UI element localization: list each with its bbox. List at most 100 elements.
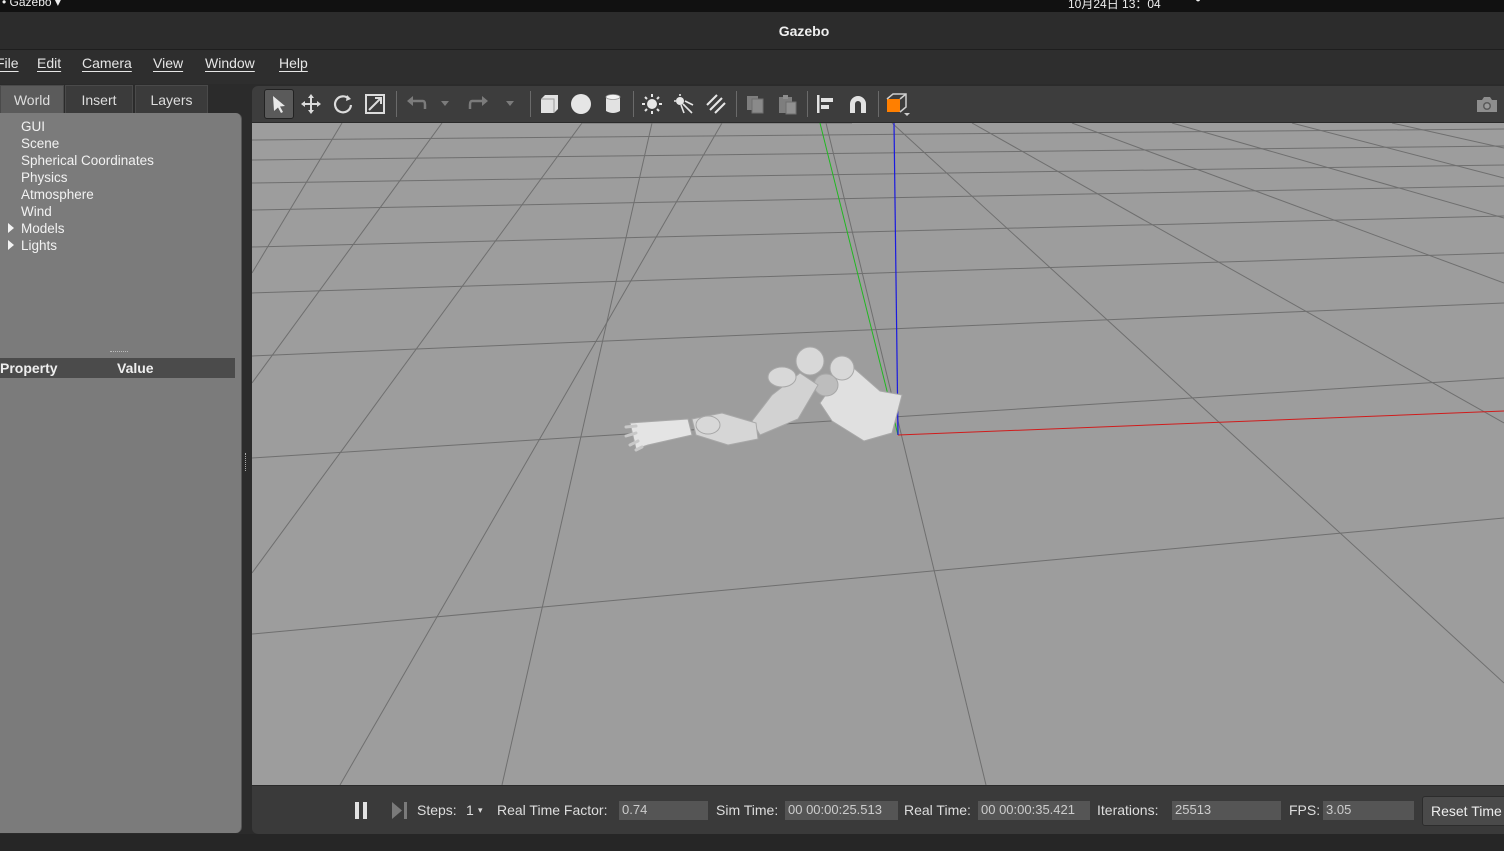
redo-history-dropdown[interactable]	[498, 89, 522, 119]
toolbar-separator	[530, 91, 531, 117]
left-panel: World Insert Layers GUI Scene Spherical …	[0, 84, 242, 834]
expand-arrow-icon[interactable]	[8, 240, 14, 250]
toolbar-separator	[878, 91, 879, 117]
fps-label: FPS:	[1289, 802, 1321, 818]
copy-button[interactable]	[740, 89, 770, 119]
chevron-down-icon	[506, 101, 514, 106]
point-light-button[interactable]	[637, 89, 667, 119]
undo-button[interactable]	[401, 89, 431, 119]
tab-insert[interactable]: Insert	[65, 85, 133, 113]
step-forward-icon	[392, 802, 407, 819]
menu-window[interactable]: Window	[205, 55, 255, 71]
tree-item-lights[interactable]: Lights	[21, 238, 57, 253]
status-bar: Steps: 1 ▾ Real Time Factor: 0.74 Sim Ti…	[252, 785, 1504, 834]
z-axis-line	[893, 122, 899, 436]
menu-camera[interactable]: Camera	[82, 55, 132, 71]
toolbar-separator	[396, 91, 397, 117]
iterations-field: 25513	[1172, 801, 1281, 820]
window-title-bar: Gazebo	[0, 12, 1504, 50]
splitter-grip[interactable]	[110, 351, 128, 354]
window-title: Gazebo	[778, 23, 830, 39]
tree-item-wind[interactable]: Wind	[21, 204, 52, 219]
tab-world[interactable]: World	[0, 85, 64, 113]
toolbar-separator	[807, 91, 808, 117]
rtf-label: Real Time Factor:	[497, 802, 608, 818]
box-icon	[541, 95, 558, 113]
tree-item-atmosphere[interactable]: Atmosphere	[21, 187, 94, 202]
3d-viewport[interactable]	[252, 122, 1504, 786]
steps-value[interactable]: 1	[466, 802, 474, 818]
undo-icon	[407, 96, 427, 109]
reset-time-button[interactable]: Reset Time	[1422, 796, 1504, 826]
copy-icon	[747, 96, 764, 114]
redo-button[interactable]	[464, 89, 494, 119]
menu-file[interactable]: File	[0, 55, 19, 71]
menu-view[interactable]: View	[153, 55, 183, 71]
sim-time-field: 00 00:00:25.513	[785, 801, 898, 820]
menu-help[interactable]: Help	[279, 55, 308, 71]
steps-label: Steps:	[417, 802, 457, 818]
spot-light-button[interactable]	[669, 89, 699, 119]
cylinder-shape-button[interactable]	[598, 89, 628, 119]
view-angle-button[interactable]	[882, 89, 912, 119]
move-arrows-icon	[301, 94, 321, 114]
rotate-mode-button[interactable]	[328, 89, 358, 119]
bottom-strip	[0, 834, 1504, 851]
real-time-field: 00 00:00:35.421	[978, 801, 1090, 820]
sun-icon	[642, 94, 662, 114]
pause-button[interactable]	[354, 802, 368, 819]
steps-spin-icon[interactable]: ▾	[478, 805, 483, 816]
select-mode-button[interactable]	[264, 89, 294, 119]
main-area: Steps: 1 ▾ Real Time Factor: 0.74 Sim Ti…	[252, 86, 1504, 834]
directional-light-icon	[706, 94, 726, 114]
system-clock[interactable]: 10月24日 13：04	[1068, 0, 1161, 12]
cursor-arrow-icon	[273, 96, 285, 113]
directional-light-button[interactable]	[701, 89, 731, 119]
panel-splitter-handle[interactable]	[245, 453, 247, 471]
column-value: Value	[117, 360, 154, 376]
iterations-label: Iterations:	[1097, 802, 1159, 818]
tab-layers[interactable]: Layers	[135, 85, 208, 113]
system-top-bar: • Gazebo ▾ 10月24日 13：04 ●	[0, 0, 1504, 12]
tree-item-spherical-coordinates[interactable]: Spherical Coordinates	[21, 153, 154, 168]
rotate-icon	[333, 95, 353, 114]
tree-item-models[interactable]: Models	[21, 221, 65, 236]
toolbar-separator	[736, 91, 737, 117]
menu-bar: File Edit Camera View Window Help	[0, 50, 1504, 84]
scale-mode-button[interactable]	[360, 89, 390, 119]
box-shape-button[interactable]	[534, 89, 564, 119]
sim-time-label: Sim Time:	[716, 802, 779, 818]
system-menu-caret-icon[interactable]: ●	[1195, 0, 1201, 5]
tree-item-scene[interactable]: Scene	[21, 136, 59, 151]
rtf-field: 0.74	[619, 801, 708, 820]
x-axis-line	[897, 410, 1504, 436]
screenshot-button[interactable]	[1472, 89, 1502, 119]
tree-item-physics[interactable]: Physics	[21, 170, 68, 185]
scale-icon	[365, 94, 385, 114]
translate-mode-button[interactable]	[296, 89, 326, 119]
expand-arrow-icon[interactable]	[8, 223, 14, 233]
real-time-label: Real Time:	[904, 802, 971, 818]
view-cube-icon	[886, 93, 910, 116]
system-app-menu[interactable]: • Gazebo ▾	[2, 0, 61, 9]
magnet-icon	[850, 96, 866, 113]
snap-button[interactable]	[843, 89, 873, 119]
camera-icon	[1477, 97, 1497, 112]
sphere-shape-button[interactable]	[566, 89, 596, 119]
align-icon	[817, 95, 833, 113]
cylinder-icon	[605, 94, 621, 113]
step-button[interactable]	[392, 802, 408, 819]
paste-icon	[779, 95, 797, 115]
tree-item-gui[interactable]: GUI	[21, 119, 45, 134]
column-property: Property	[0, 360, 58, 376]
scene-render	[252, 122, 1504, 786]
align-button[interactable]	[811, 89, 841, 119]
robot-arm-model[interactable]	[624, 346, 903, 452]
fps-field: 3.05	[1323, 801, 1414, 820]
spotlight-icon	[674, 94, 694, 114]
paste-button[interactable]	[772, 89, 802, 119]
toolbar	[252, 86, 1504, 123]
menu-edit[interactable]: Edit	[37, 55, 61, 71]
undo-history-dropdown[interactable]	[433, 89, 457, 119]
property-table-header: Property Value	[0, 358, 235, 378]
